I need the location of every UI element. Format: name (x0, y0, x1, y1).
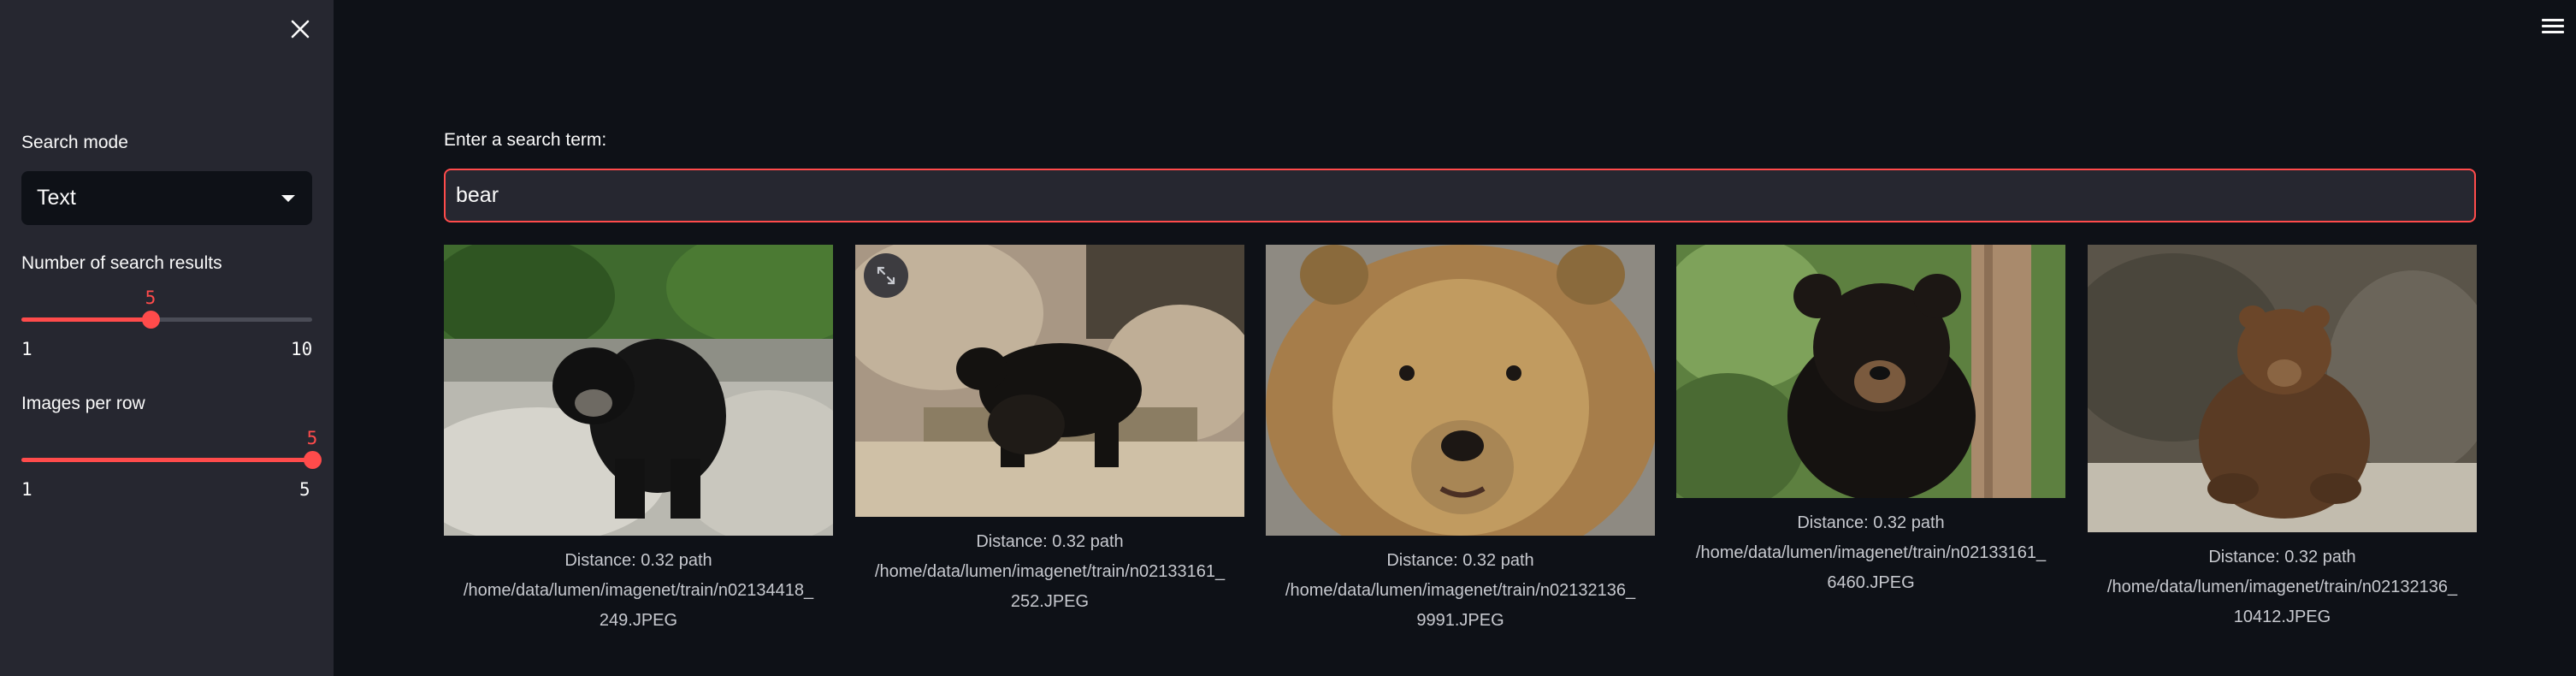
fullscreen-button[interactable] (864, 253, 908, 298)
result-path-filename: 9991.JPEG (1416, 611, 1504, 630)
search-mode-select[interactable]: Text (21, 171, 312, 225)
result-distance: Distance: 0.32 path (1386, 551, 1534, 570)
result-image[interactable] (1676, 245, 2065, 498)
hamburger-icon (2542, 19, 2564, 21)
images-per-row-min: 1 (21, 479, 32, 500)
slider-value: 5 (145, 288, 157, 308)
result-path-filename: 252.JPEG (1010, 592, 1090, 611)
result-caption: Distance: 0.32 path /home/data/lumen/ima… (1676, 508, 2065, 598)
result-caption: Distance: 0.32 path /home/data/lumen/ima… (1266, 546, 1655, 636)
result-path: /home/data/lumen/imagenet/train/n0213213… (2106, 578, 2458, 596)
slider-thumb[interactable] (304, 451, 322, 469)
result-card: Distance: 0.32 path /home/data/lumen/ima… (1676, 245, 2065, 598)
result-distance: Distance: 0.32 path (976, 532, 1124, 551)
result-path: /home/data/lumen/imagenet/train/n0213441… (463, 581, 814, 600)
close-icon (291, 20, 310, 39)
slider-fill (21, 317, 151, 322)
result-path-filename: 6460.JPEG (1827, 573, 1915, 592)
num-results-label: Number of search results (21, 253, 222, 273)
expand-icon (877, 266, 895, 285)
search-input[interactable] (444, 169, 2476, 222)
slider-thumb[interactable] (142, 311, 160, 329)
result-image[interactable] (2088, 245, 2477, 532)
result-distance: Distance: 0.32 path (564, 551, 712, 570)
result-caption: Distance: 0.32 path /home/data/lumen/ima… (444, 546, 833, 636)
result-path-filename: 10412.JPEG (2233, 608, 2331, 626)
result-card: Distance: 0.32 path /home/data/lumen/ima… (2088, 245, 2477, 632)
result-image[interactable] (855, 245, 1244, 517)
result-distance: Distance: 0.32 path (1797, 513, 1945, 532)
result-image[interactable] (1266, 245, 1655, 536)
result-distance: Distance: 0.32 path (2208, 548, 2356, 566)
result-card: Distance: 0.32 path /home/data/lumen/ima… (444, 245, 833, 636)
result-card: Distance: 0.32 path /home/data/lumen/ima… (1266, 245, 1655, 636)
result-caption: Distance: 0.32 path /home/data/lumen/ima… (2088, 543, 2477, 632)
result-path: /home/data/lumen/imagenet/train/n0213316… (1695, 543, 2047, 562)
num-results-max: 10 (291, 339, 313, 359)
result-image[interactable] (444, 245, 833, 536)
result-path: /home/data/lumen/imagenet/train/n0213316… (874, 562, 1226, 581)
hamburger-icon-line (2542, 31, 2564, 33)
sidebar: Search mode Text Number of search result… (0, 0, 334, 676)
result-path: /home/data/lumen/imagenet/train/n0213213… (1285, 581, 1636, 600)
slider-fill (21, 458, 312, 462)
images-per-row-max: 5 (299, 479, 310, 500)
main-menu-button[interactable] (2542, 19, 2564, 36)
images-per-row-slider[interactable]: 5 (21, 428, 322, 476)
search-mode-value: Text (37, 186, 76, 210)
result-card: Distance: 0.32 path /home/data/lumen/ima… (855, 245, 1244, 617)
result-caption: Distance: 0.32 path /home/data/lumen/ima… (855, 527, 1244, 617)
images-per-row-label: Images per row (21, 394, 145, 413)
search-term-label: Enter a search term: (444, 130, 607, 150)
hamburger-icon-line (2542, 25, 2564, 27)
close-sidebar-button[interactable] (287, 15, 314, 43)
num-results-slider[interactable]: 5 (21, 288, 312, 335)
result-path-filename: 249.JPEG (599, 611, 678, 630)
slider-value: 5 (306, 428, 318, 448)
num-results-min: 1 (21, 339, 32, 359)
chevron-down-icon (281, 195, 295, 202)
search-mode-label: Search mode (21, 133, 128, 152)
